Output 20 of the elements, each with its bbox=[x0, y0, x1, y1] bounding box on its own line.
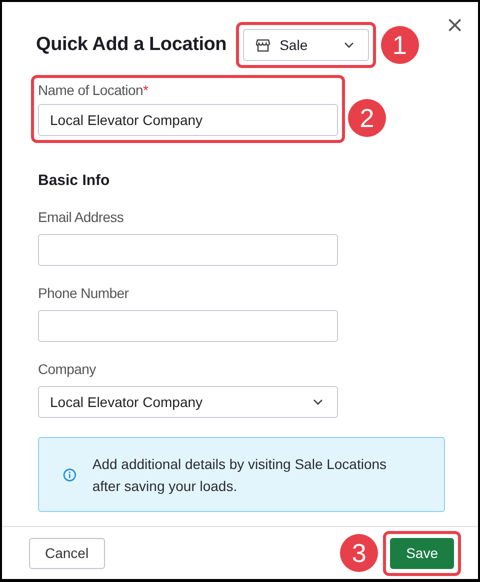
company-dropdown[interactable]: Local Elevator Company bbox=[38, 386, 338, 418]
info-text: Add additional details by visiting Sale Locations after saving your loads. bbox=[92, 454, 388, 496]
location-type-dropdown[interactable]: Sale bbox=[242, 29, 369, 61]
text-field[interactable] bbox=[38, 234, 338, 266]
callout-number: 2 bbox=[348, 99, 386, 137]
text-field[interactable]: Local Elevator Company bbox=[38, 104, 338, 136]
field-label: Email Address bbox=[38, 209, 125, 225]
text-field[interactable] bbox=[38, 310, 338, 342]
callout-number: 1 bbox=[380, 26, 419, 64]
save-button[interactable]: Save bbox=[390, 538, 454, 568]
chevron-down-icon bbox=[313, 399, 323, 405]
chevron-down-icon bbox=[344, 42, 354, 48]
cancel-button[interactable]: Cancel bbox=[29, 538, 105, 568]
dialog-title: Quick Add a Location bbox=[36, 34, 227, 56]
section-title: Basic Info bbox=[38, 172, 111, 189]
field-label: Phone Number bbox=[38, 285, 130, 301]
callout-number: 3 bbox=[340, 534, 378, 572]
storefront-icon bbox=[256, 38, 270, 52]
field-label: Name of Location* bbox=[38, 82, 150, 98]
field-label: Company bbox=[38, 361, 97, 377]
